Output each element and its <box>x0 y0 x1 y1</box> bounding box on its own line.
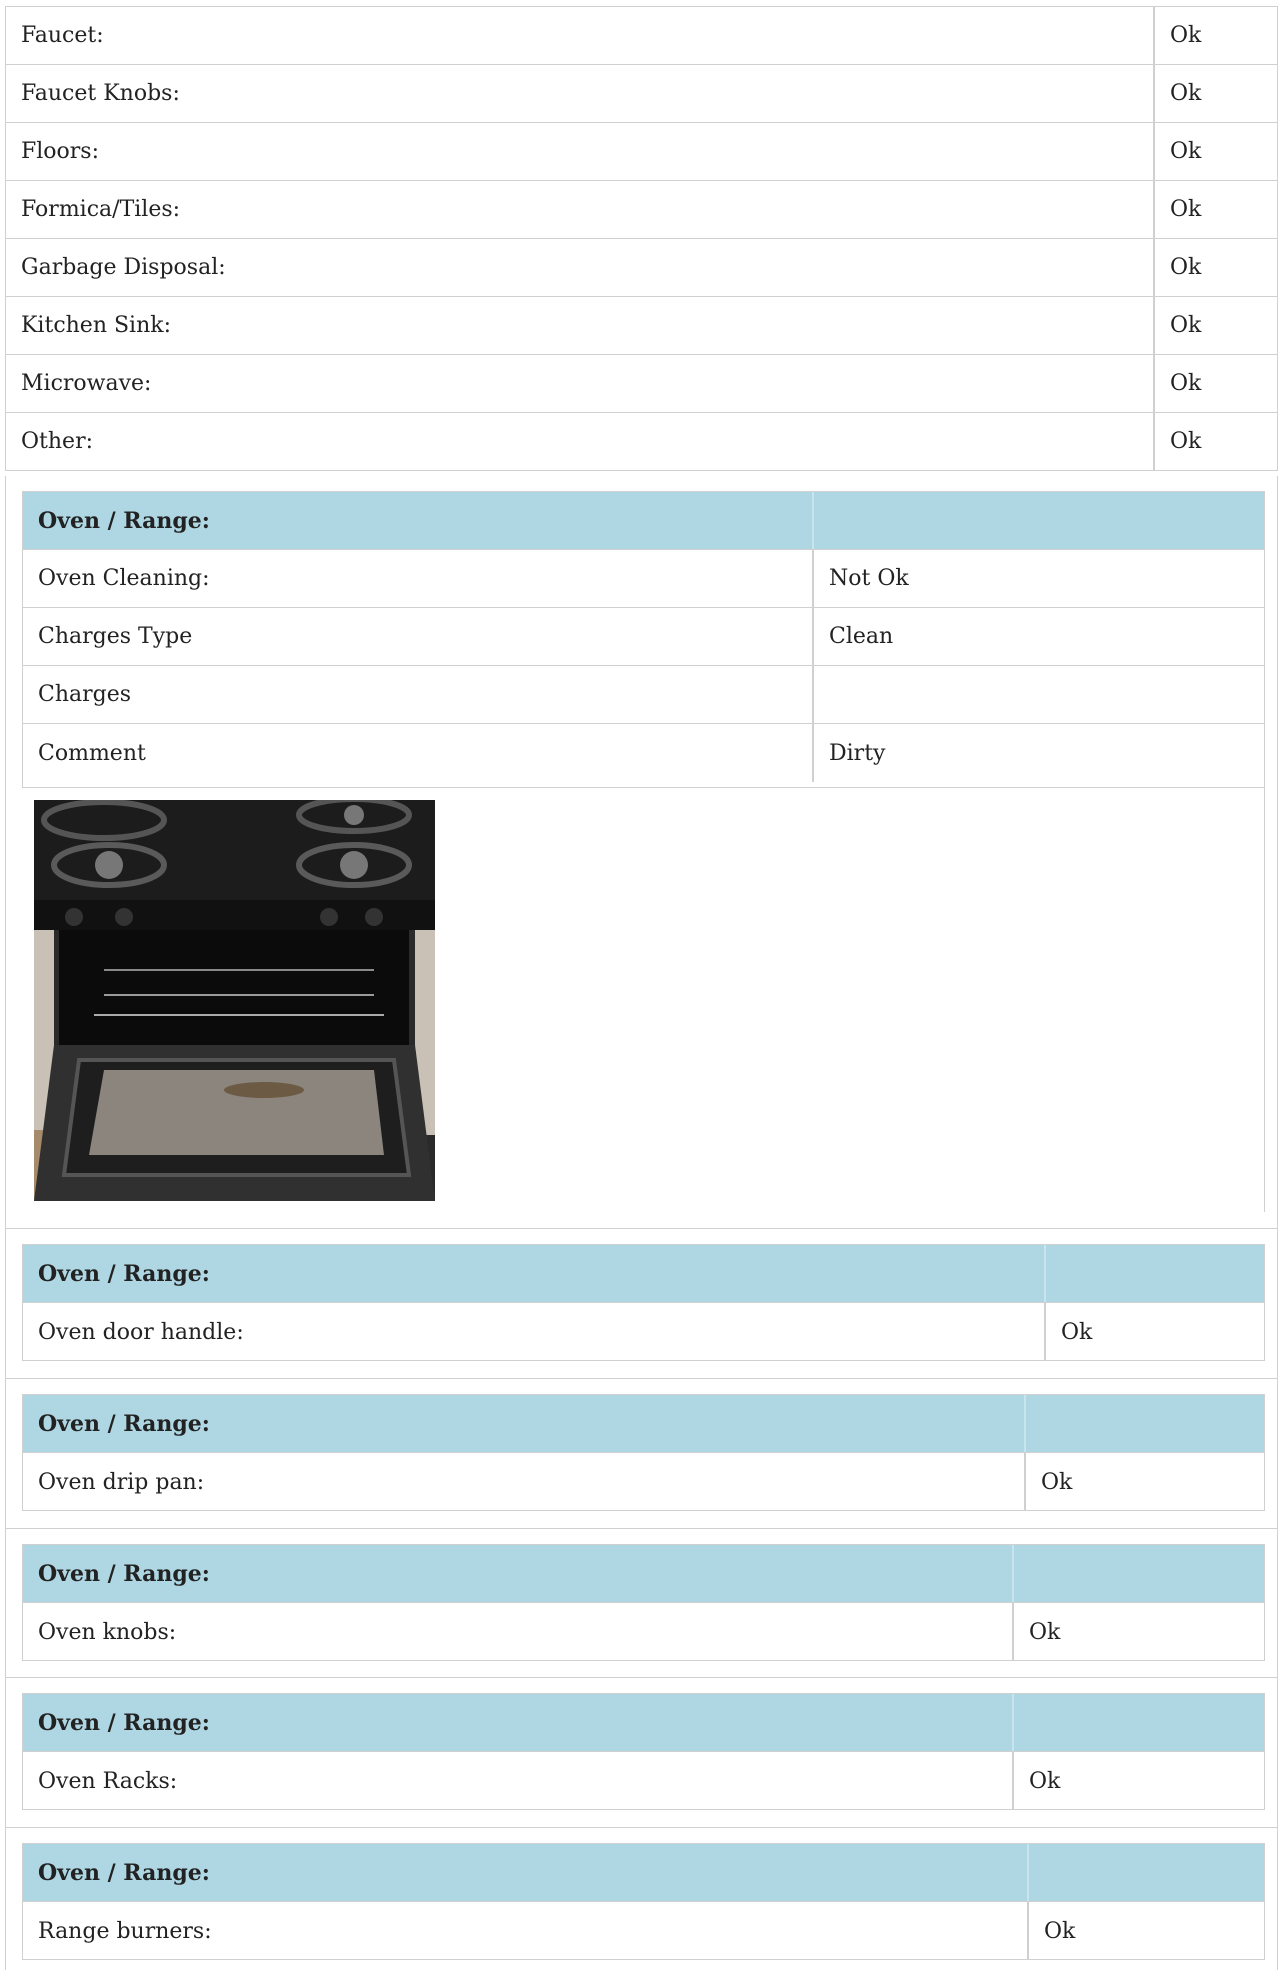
table-row: Oven knobs: Ok <box>23 1603 1264 1661</box>
section-header-empty <box>1014 1694 1264 1751</box>
item-label: Microwave: <box>6 355 1155 412</box>
item-value: Ok <box>1170 139 1202 164</box>
oven-racks-section: Oven / Range: Oven Racks: Ok <box>5 1678 1278 1828</box>
item-label: Faucet Knobs: <box>6 65 1155 122</box>
section-header-label: Oven / Range: <box>23 1844 1029 1901</box>
row-label: Range burners: <box>23 1902 1029 1960</box>
row-label: Charges <box>23 666 814 723</box>
oven-door-handle-section: Oven / Range: Oven door handle: Ok <box>5 1229 1278 1379</box>
table-row: Formica/Tiles: Ok <box>5 181 1278 239</box>
oven-cleaning-table: Oven / Range: Oven Cleaning: Not Ok Charg… <box>22 491 1265 788</box>
section-header: Oven / Range: <box>23 1245 1264 1303</box>
row-value: Not Ok <box>829 566 909 591</box>
item-label: Garbage Disposal: <box>6 239 1155 296</box>
table-row: Microwave: Ok <box>5 355 1278 413</box>
row-value: Clean <box>829 624 894 649</box>
oven-racks-table: Oven / Range: Oven Racks: Ok <box>22 1693 1265 1810</box>
kitchen-items-table: Faucet: Ok Faucet Knobs: Ok Floors: Ok Form… <box>5 6 1278 471</box>
table-row: Oven Cleaning: Not Ok <box>23 550 1264 608</box>
row-value: Ok <box>1061 1319 1093 1345</box>
table-row: Oven Racks: Ok <box>23 1752 1264 1810</box>
table-row: Comment Dirty <box>23 724 1264 782</box>
oven-knobs-section: Oven / Range: Oven knobs: Ok <box>5 1529 1278 1678</box>
section-header: Oven / Range: <box>23 1395 1264 1453</box>
section-header-label: Oven / Range: <box>23 492 814 549</box>
item-label: Formica/Tiles: <box>6 181 1155 238</box>
section-header-label: Oven / Range: <box>23 1694 1014 1751</box>
row-label: Comment <box>23 724 814 782</box>
row-value: Dirty <box>829 740 886 766</box>
item-value: Ok <box>1170 197 1202 222</box>
item-label: Kitchen Sink: <box>6 297 1155 354</box>
section-header: Oven / Range: <box>23 1545 1264 1603</box>
section-header-empty <box>1026 1395 1264 1452</box>
range-burners-table: Oven / Range: Range burners: Ok <box>22 1843 1265 1960</box>
table-row: Floors: Ok <box>5 123 1278 181</box>
row-label: Charges Type <box>23 608 814 665</box>
table-row: Oven drip pan: Ok <box>23 1453 1264 1511</box>
row-value: Ok <box>1029 1619 1061 1645</box>
item-label: Faucet: <box>6 7 1155 64</box>
item-value: Ok <box>1170 23 1202 48</box>
table-row: Garbage Disposal: Ok <box>5 239 1278 297</box>
table-row: Range burners: Ok <box>23 1902 1264 1960</box>
item-value: Ok <box>1170 313 1202 338</box>
section-header-label: Oven / Range: <box>23 1545 1014 1602</box>
table-row: Other: Ok <box>5 413 1278 471</box>
table-row: Oven door handle: Ok <box>23 1303 1264 1361</box>
oven-drip-pan-table: Oven / Range: Oven drip pan: Ok <box>22 1394 1265 1511</box>
row-value: Ok <box>1044 1918 1076 1944</box>
section-header-empty <box>814 492 1264 549</box>
table-row: Faucet Knobs: Ok <box>5 65 1278 123</box>
item-value: Ok <box>1170 429 1202 454</box>
item-label: Other: <box>6 413 1155 470</box>
table-row: Faucet: Ok <box>5 6 1278 65</box>
oven-photo[interactable] <box>34 800 435 1201</box>
row-label: Oven knobs: <box>23 1603 1014 1661</box>
row-label: Oven drip pan: <box>23 1453 1026 1511</box>
item-label: Floors: <box>6 123 1155 180</box>
row-label: Oven Cleaning: <box>23 550 814 607</box>
range-burners-section: Oven / Range: Range burners: Ok <box>5 1828 1278 1970</box>
row-value: Ok <box>1029 1768 1061 1794</box>
item-value: Ok <box>1170 371 1202 396</box>
row-value: Ok <box>1041 1469 1073 1495</box>
section-header-empty <box>1014 1545 1264 1602</box>
divider <box>1264 788 1265 1212</box>
section-header: Oven / Range: <box>23 1694 1264 1752</box>
oven-drip-pan-section: Oven / Range: Oven drip pan: Ok <box>5 1379 1278 1529</box>
table-row: Charges Type Clean <box>23 608 1264 666</box>
item-value: Ok <box>1170 255 1202 280</box>
section-header: Oven / Range: <box>23 492 1264 550</box>
row-label: Oven Racks: <box>23 1752 1014 1810</box>
section-header: Oven / Range: <box>23 1844 1264 1902</box>
item-value: Ok <box>1170 81 1202 106</box>
section-header-label: Oven / Range: <box>23 1395 1026 1452</box>
row-value <box>814 666 1264 723</box>
section-header-label: Oven / Range: <box>23 1245 1046 1302</box>
section-header-empty <box>1029 1844 1264 1901</box>
oven-knobs-table: Oven / Range: Oven knobs: Ok <box>22 1544 1265 1661</box>
section-header-empty <box>1046 1245 1264 1302</box>
oven-door-handle-table: Oven / Range: Oven door handle: Ok <box>22 1244 1265 1361</box>
row-label: Oven door handle: <box>23 1303 1046 1361</box>
table-row: Kitchen Sink: Ok <box>5 297 1278 355</box>
table-row: Charges <box>23 666 1264 724</box>
